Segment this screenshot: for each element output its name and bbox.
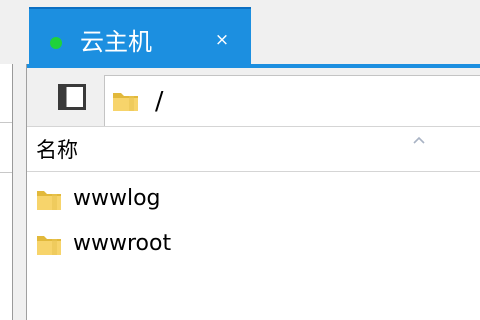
list-item-label: wwwroot: [73, 231, 172, 256]
left-pane-divider: [0, 122, 12, 123]
tab-strip: 云主机 ×: [26, 0, 480, 64]
list-item-label: wwwlog: [73, 186, 161, 211]
close-icon[interactable]: ×: [211, 29, 233, 51]
connection-status-icon: [50, 37, 62, 49]
column-header-label: 名称: [36, 138, 78, 162]
current-path: /: [155, 86, 164, 115]
panel-toggle-icon[interactable]: [58, 84, 86, 110]
column-header-name[interactable]: 名称: [27, 126, 480, 172]
folder-icon: [35, 188, 63, 212]
file-list: wwwlog wwwroot: [27, 172, 480, 320]
path-toolbar: /: [27, 68, 480, 127]
tab-cloud-host[interactable]: 云主机 ×: [29, 7, 251, 64]
list-item[interactable]: wwwlog: [27, 178, 480, 222]
path-input[interactable]: /: [104, 75, 480, 127]
left-pane-divider: [0, 172, 12, 173]
list-item[interactable]: wwwroot: [27, 223, 480, 267]
tab-label: 云主机: [80, 28, 152, 56]
sort-ascending-icon: [413, 129, 425, 144]
folder-icon: [35, 233, 63, 257]
folder-icon: [111, 89, 141, 113]
left-pane: [0, 64, 13, 320]
file-pane: / 名称 wwwlog wwwroot: [26, 64, 480, 320]
